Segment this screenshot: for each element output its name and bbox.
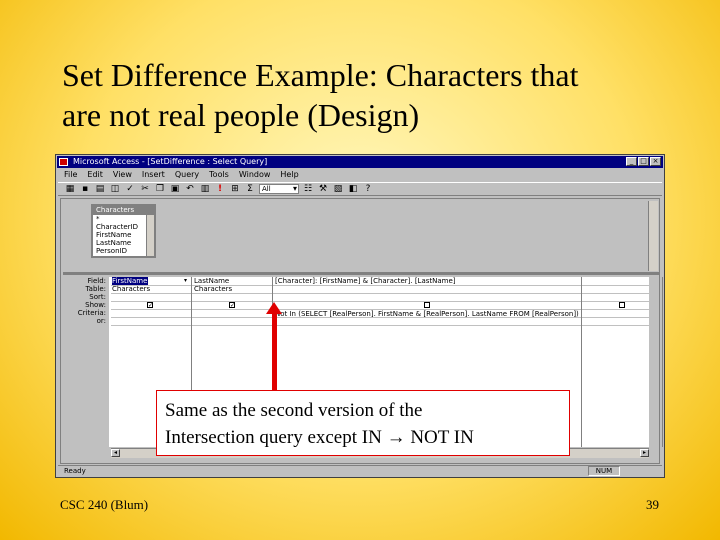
row-label-or: or: bbox=[96, 317, 106, 325]
col4-show-checkbox[interactable] bbox=[619, 302, 625, 308]
slide-title: Set Difference Example: Characters that … bbox=[62, 55, 702, 135]
preview-icon[interactable]: ◫ bbox=[109, 184, 121, 194]
grid-row-headers: Field: Table: Sort: Show: Criteria: or: bbox=[63, 277, 109, 447]
callout-arrow bbox=[272, 310, 277, 392]
window-titlebar[interactable]: Microsoft Access - [SetDifference : Sele… bbox=[57, 156, 663, 168]
copy-icon[interactable]: ❐ bbox=[154, 184, 166, 194]
col3-show-checkbox[interactable] bbox=[424, 302, 430, 308]
field-list-item[interactable]: PersonID bbox=[93, 247, 154, 255]
show-table-icon[interactable]: ⊞ bbox=[229, 184, 241, 194]
field-list-item[interactable]: FirstName bbox=[93, 231, 154, 239]
slide-title-line1: Set Difference Example: Characters that bbox=[62, 57, 579, 93]
help-icon[interactable]: ? bbox=[362, 184, 374, 194]
row-label-criteria: Criteria: bbox=[77, 309, 106, 317]
menu-window[interactable]: Window bbox=[239, 169, 271, 181]
properties-icon[interactable]: ☷ bbox=[302, 184, 314, 194]
pane-splitter[interactable] bbox=[63, 272, 659, 275]
new-object-icon[interactable]: ◧ bbox=[347, 184, 359, 194]
access-app-icon bbox=[59, 158, 68, 166]
print-icon[interactable]: ▤ bbox=[94, 184, 106, 194]
minimize-button[interactable]: _ bbox=[626, 157, 637, 166]
slide-title-line2: are not real people (Design) bbox=[62, 97, 420, 133]
field-list-scrollbar[interactable] bbox=[146, 215, 154, 256]
menu-insert[interactable]: Insert bbox=[142, 169, 165, 181]
top-values-combo[interactable]: All bbox=[259, 184, 299, 194]
col2-show-checkbox[interactable]: ✓ bbox=[229, 302, 235, 309]
row-label-show: Show: bbox=[85, 301, 106, 309]
menu-edit[interactable]: Edit bbox=[87, 169, 103, 181]
callout-line1: Same as the second version of the bbox=[165, 400, 423, 421]
undo-icon[interactable]: ↶ bbox=[184, 184, 196, 194]
menu-bar: File Edit View Insert Query Tools Window… bbox=[58, 169, 662, 181]
field-list-item[interactable]: * bbox=[93, 215, 154, 223]
row-label-field: Field: bbox=[87, 277, 106, 285]
database-window-icon[interactable]: ▧ bbox=[332, 184, 344, 194]
col3-field-cell[interactable]: [Character]: [FirstName] & [Character]. … bbox=[275, 277, 579, 285]
footer-course: CSC 240 (Blum) bbox=[60, 497, 149, 512]
col2-field-cell[interactable]: LastName bbox=[194, 277, 270, 285]
col1-field-cell[interactable]: FirstName bbox=[112, 277, 148, 285]
query-type-icon[interactable]: ▥ bbox=[199, 184, 211, 194]
menu-view[interactable]: View bbox=[113, 169, 132, 181]
row-label-table: Table: bbox=[85, 285, 106, 293]
field-list-item[interactable]: CharacterID bbox=[93, 223, 154, 231]
maximize-button[interactable]: □ bbox=[638, 157, 649, 166]
field-list-item[interactable]: LastName bbox=[93, 239, 154, 247]
field-list-title[interactable]: Characters bbox=[93, 206, 154, 215]
menu-help[interactable]: Help bbox=[280, 169, 298, 181]
window-title: Microsoft Access - [SetDifference : Sele… bbox=[73, 157, 268, 166]
paste-icon[interactable]: ▣ bbox=[169, 184, 181, 194]
col1-dropdown-icon[interactable]: ▾ bbox=[184, 277, 187, 285]
totals-icon[interactable]: Σ bbox=[244, 184, 256, 194]
row-label-sort: Sort: bbox=[89, 293, 106, 301]
save-icon[interactable]: ▪ bbox=[79, 184, 91, 194]
callout-box: Same as the second version of the Inters… bbox=[156, 390, 570, 456]
cut-icon[interactable]: ✂ bbox=[139, 184, 151, 194]
status-ready: Ready bbox=[64, 467, 86, 475]
table-pane: Characters * CharacterID FirstName LastN… bbox=[63, 201, 647, 271]
build-icon[interactable]: ⚒ bbox=[317, 184, 329, 194]
status-num-indicator: NUM bbox=[588, 466, 620, 476]
col2-table-cell[interactable]: Characters bbox=[194, 285, 270, 293]
toolbar: ▦ ▪ ▤ ◫ ✓ ✂ ❐ ▣ ↶ ▥ ! ⊞ Σ All ☷ ⚒ ▧ ◧ ? bbox=[58, 182, 662, 196]
field-list-characters[interactable]: Characters * CharacterID FirstName LastN… bbox=[91, 204, 156, 258]
menu-tools[interactable]: Tools bbox=[209, 169, 229, 181]
view-icon[interactable]: ▦ bbox=[64, 184, 76, 194]
menu-query[interactable]: Query bbox=[175, 169, 199, 181]
scroll-left-icon[interactable]: ◂ bbox=[111, 449, 120, 457]
menu-file[interactable]: File bbox=[64, 169, 77, 181]
scroll-right-icon[interactable]: ▸ bbox=[640, 449, 649, 457]
table-pane-scrollbar[interactable] bbox=[648, 201, 658, 271]
spelling-icon[interactable]: ✓ bbox=[124, 184, 136, 194]
col1-table-cell[interactable]: Characters bbox=[112, 285, 188, 293]
footer-page-number: 39 bbox=[646, 497, 659, 512]
col1-show-checkbox[interactable]: ✓ bbox=[147, 302, 153, 309]
run-icon[interactable]: ! bbox=[214, 184, 226, 194]
close-button[interactable]: × bbox=[650, 157, 661, 166]
status-bar: Ready NUM bbox=[58, 465, 662, 476]
callout-line2: Intersection query except IN → NOT IN bbox=[165, 427, 474, 448]
col3-criteria-cell[interactable]: Not In (SELECT [RealPerson]. FirstName &… bbox=[275, 310, 579, 318]
